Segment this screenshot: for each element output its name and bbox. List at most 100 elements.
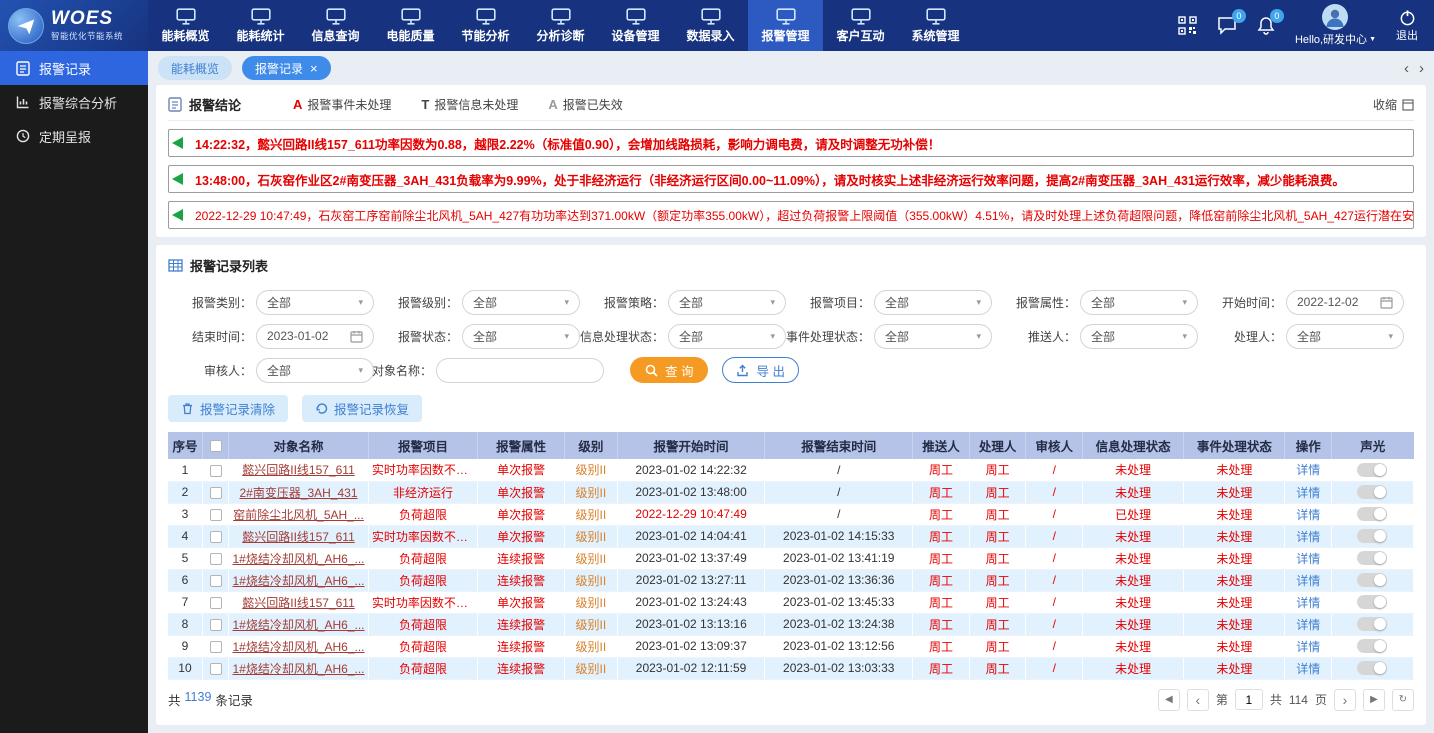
- nav-item-info-query[interactable]: 信息查询: [298, 0, 373, 51]
- nav-item-energy-stats[interactable]: 能耗统计: [223, 0, 298, 51]
- filter-alarm-level-select[interactable]: 全部▾: [462, 290, 580, 315]
- object-name-link[interactable]: 懿兴回路II线157_611: [242, 463, 355, 477]
- page-input[interactable]: [1235, 689, 1263, 710]
- filter-alarm-attribute-select[interactable]: 全部▾: [1080, 290, 1198, 315]
- object-name-link[interactable]: 1#烧结冷却风机_AH6_...: [232, 552, 364, 566]
- filter-info-process-state-select[interactable]: 全部▾: [668, 324, 786, 349]
- handler-cell: 周工: [969, 525, 1026, 547]
- detail-link[interactable]: 详情: [1296, 463, 1320, 477]
- nav-item-energy-overview[interactable]: 能耗概览: [148, 0, 223, 51]
- user-menu[interactable]: Hello,研发中心 ▼: [1295, 4, 1376, 47]
- sidebar-item-alarm-comprehensive-analysis[interactable]: 报警综合分析: [0, 85, 148, 119]
- collapse-button[interactable]: 收缩: [1373, 96, 1414, 113]
- row-checkbox[interactable]: [210, 531, 222, 543]
- detail-link[interactable]: 详情: [1296, 618, 1320, 632]
- nav-item-system-mgmt[interactable]: 系统管理: [898, 0, 973, 51]
- row-checkbox[interactable]: [210, 575, 222, 587]
- row-checkbox[interactable]: [210, 597, 222, 609]
- legend-item-0[interactable]: A报警事件未处理: [293, 96, 391, 113]
- sound-light-toggle[interactable]: [1357, 573, 1387, 587]
- object-name-link[interactable]: 1#烧结冷却风机_AH6_...: [232, 662, 364, 676]
- object-name-link[interactable]: 1#烧结冷却风机_AH6_...: [232, 618, 364, 632]
- object-name-link[interactable]: 懿兴回路II线157_611: [242, 530, 355, 544]
- nav-item-energy-saving-analysis[interactable]: 节能分析: [448, 0, 523, 51]
- filter-pusher-select[interactable]: 全部▾: [1080, 324, 1198, 349]
- filter-end-time-date[interactable]: 2023-01-02: [256, 324, 374, 349]
- detail-link[interactable]: 详情: [1296, 530, 1320, 544]
- sound-light-toggle[interactable]: [1357, 485, 1387, 499]
- object-name-link[interactable]: 懿兴回路II线157_611: [242, 596, 355, 610]
- object-name-link[interactable]: 1#烧结冷却风机_AH6_...: [232, 640, 364, 654]
- sound-light-toggle[interactable]: [1357, 661, 1387, 675]
- filter-handler-select[interactable]: 全部▾: [1286, 324, 1404, 349]
- export-button[interactable]: 导 出: [722, 357, 798, 383]
- detail-link[interactable]: 详情: [1296, 662, 1320, 676]
- sound-light-toggle[interactable]: [1357, 551, 1387, 565]
- tab-alarm-records[interactable]: 报警记录×: [242, 56, 331, 80]
- detail-link[interactable]: 详情: [1296, 640, 1320, 654]
- tab-prev-button[interactable]: ‹: [1404, 61, 1409, 76]
- button-label: 报警记录清除: [200, 399, 275, 418]
- select-all-checkbox[interactable]: [210, 440, 222, 452]
- restore-records-button[interactable]: 报警记录恢复: [302, 395, 422, 422]
- sound-light-toggle[interactable]: [1357, 529, 1387, 543]
- sound-light-toggle[interactable]: [1357, 595, 1387, 609]
- filter-alarm-project-select[interactable]: 全部▾: [874, 290, 992, 315]
- row-checkbox[interactable]: [210, 663, 222, 675]
- sound-light-toggle[interactable]: [1357, 617, 1387, 631]
- filter-alarm-status-select[interactable]: 全部▾: [462, 324, 580, 349]
- nav-item-customer-interaction[interactable]: 客户互动: [823, 0, 898, 51]
- tab-energy-overview[interactable]: 能耗概览: [158, 56, 232, 80]
- nav-item-data-entry[interactable]: 数据录入: [673, 0, 748, 51]
- tab-close-icon[interactable]: ×: [310, 62, 318, 75]
- object-name-input[interactable]: [436, 358, 604, 383]
- filter-start-time-date[interactable]: 2022-12-02: [1286, 290, 1404, 315]
- detail-link[interactable]: 详情: [1296, 596, 1320, 610]
- object-name-link[interactable]: 1#烧结冷却风机_AH6_...: [232, 574, 364, 588]
- sound-light-toggle[interactable]: [1357, 507, 1387, 521]
- prev-page-button[interactable]: ‹: [1187, 689, 1209, 711]
- notifications-button[interactable]: 0: [1257, 16, 1275, 35]
- sidebar-item-periodic-report[interactable]: 定期呈报: [0, 119, 148, 153]
- nav-item-analysis-diagnosis[interactable]: 分析诊断: [523, 0, 598, 51]
- row-checkbox[interactable]: [210, 465, 222, 477]
- legend-item-1[interactable]: T报警信息未处理: [421, 96, 518, 113]
- nav-item-equipment-mgmt[interactable]: 设备管理: [598, 0, 673, 51]
- row-checkbox[interactable]: [210, 619, 222, 631]
- info-state-cell: 未处理: [1083, 459, 1184, 481]
- filter-alarm-strategy-select[interactable]: 全部▾: [668, 290, 786, 315]
- filter-alarm-category-select[interactable]: 全部▾: [256, 290, 374, 315]
- detail-link[interactable]: 详情: [1296, 552, 1320, 566]
- tab-next-button[interactable]: ›: [1419, 61, 1424, 76]
- filter-event-process-state-select[interactable]: 全部▾: [874, 324, 992, 349]
- reviewer-cell: /: [1026, 657, 1083, 679]
- sidebar-item-alarm-records[interactable]: 报警记录: [0, 51, 148, 85]
- row-checkbox[interactable]: [210, 553, 222, 565]
- sound-light-toggle[interactable]: [1357, 639, 1387, 653]
- legend-item-2[interactable]: A报警已失效: [548, 96, 622, 113]
- detail-link[interactable]: 详情: [1296, 508, 1320, 522]
- row-checkbox[interactable]: [210, 509, 222, 521]
- clear-records-button[interactable]: 报警记录清除: [168, 395, 288, 422]
- detail-link[interactable]: 详情: [1296, 486, 1320, 500]
- reviewer-cell: /: [1026, 613, 1083, 635]
- last-page-button[interactable]: ▶: [1363, 689, 1385, 711]
- messages-button[interactable]: 0: [1217, 16, 1237, 35]
- nav-item-alarm-mgmt[interactable]: 报警管理: [748, 0, 823, 51]
- qr-code-icon[interactable]: [1178, 16, 1197, 35]
- object-name-link[interactable]: 窑前除尘北风机_5AH_...: [233, 508, 364, 522]
- alarm-level-cell: 级别II: [565, 613, 618, 635]
- search-button[interactable]: 查 询: [630, 357, 708, 383]
- object-name-link[interactable]: 2#南变压器_3AH_431: [239, 486, 357, 500]
- next-page-button[interactable]: ›: [1334, 689, 1356, 711]
- logout-button[interactable]: 退出: [1396, 9, 1418, 43]
- detail-link[interactable]: 详情: [1296, 574, 1320, 588]
- nav-item-power-quality[interactable]: 电能质量: [373, 0, 448, 51]
- row-checkbox[interactable]: [210, 641, 222, 653]
- filter-reviewer-select[interactable]: 全部 ▾: [256, 358, 374, 383]
- sound-light-toggle[interactable]: [1357, 463, 1387, 477]
- first-page-button[interactable]: ◀: [1158, 689, 1180, 711]
- row-checkbox[interactable]: [210, 487, 222, 499]
- end-time-cell: 2023-01-02 13:36:36: [765, 569, 913, 591]
- refresh-button[interactable]: ↻: [1392, 689, 1414, 711]
